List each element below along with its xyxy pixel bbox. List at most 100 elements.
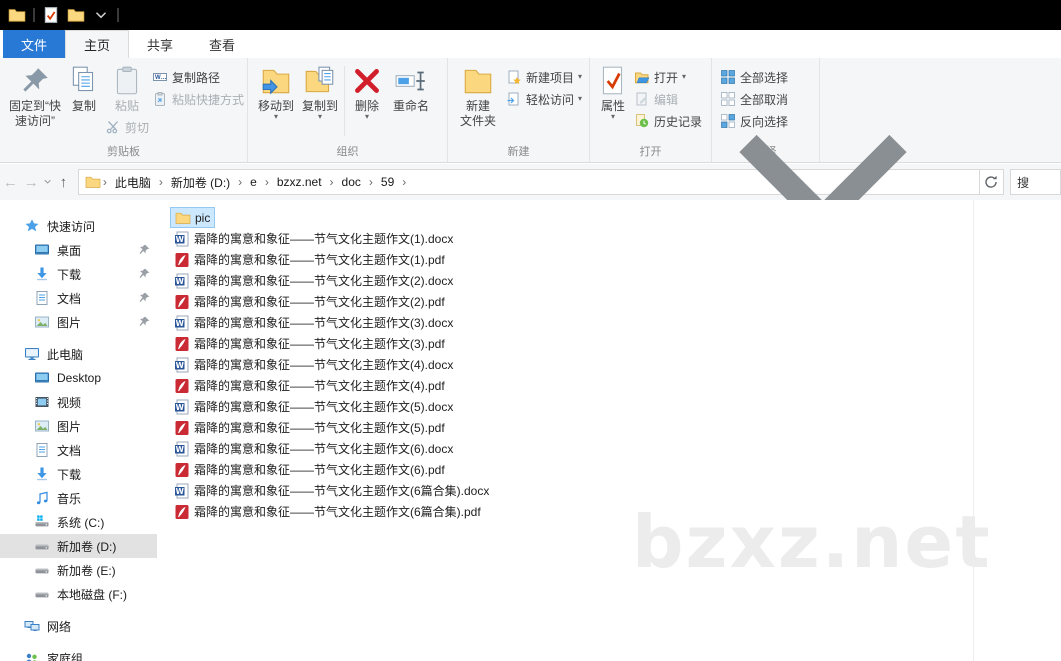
breadcrumb-item[interactable]: 新加卷 (D:): [165, 174, 236, 191]
quick-access-folder-icon[interactable]: [8, 6, 26, 24]
sidebar-item[interactable]: 文档: [0, 438, 157, 462]
file-name: 霜降的寓意和象征——节气文化主题作文(1).docx: [194, 230, 453, 247]
forward-button[interactable]: →: [21, 174, 42, 191]
pin-icon: [18, 64, 52, 98]
paste-label: 粘贴: [115, 99, 139, 114]
sidebar-item-network[interactable]: 网络: [0, 614, 157, 638]
cut-button[interactable]: 剪切: [103, 116, 151, 138]
copy-path-button[interactable]: W… 复制路径: [150, 66, 246, 88]
file-row[interactable]: 霜降的寓意和象征——节气文化主题作文(3).pdf: [170, 333, 449, 354]
pin-to-quick-access-button[interactable]: 固定到“快 速访问”: [6, 62, 64, 131]
sidebar-item[interactable]: 图片: [0, 310, 157, 334]
copy-to-button[interactable]: 复制到 ▾: [298, 62, 342, 122]
sidebar-item[interactable]: 新加卷 (D:): [0, 534, 157, 558]
new-folder-button[interactable]: 新建 文件夹: [456, 62, 500, 131]
refresh-button[interactable]: [980, 169, 1004, 195]
sidebar-item[interactable]: Desktop: [0, 366, 157, 390]
svg-text:W…: W…: [155, 75, 167, 81]
recent-locations-chevron-icon[interactable]: [42, 176, 53, 187]
star-icon: [24, 218, 40, 234]
paste-button[interactable]: 粘贴: [107, 62, 147, 116]
properties-icon[interactable]: [42, 6, 60, 24]
new-folder-icon[interactable]: [67, 6, 85, 24]
chevron-down-icon[interactable]: [92, 6, 110, 24]
clipboard-group: 固定到“快 速访问” 复制 粘贴 剪切: [0, 58, 248, 162]
file-row[interactable]: W霜降的寓意和象征——节气文化主题作文(4).docx: [170, 354, 457, 375]
separator: [117, 8, 119, 22]
delete-button[interactable]: 删除 ▾: [347, 62, 387, 122]
sidebar-item-star[interactable]: 快速访问: [0, 214, 157, 238]
sidebar-item-label: 图片: [57, 418, 157, 435]
breadcrumb-items: ›此电脑›新加卷 (D:)›e›bzxz.net›doc›59›: [101, 174, 408, 191]
file-row[interactable]: 霜降的寓意和象征——节气文化主题作文(2).pdf: [170, 291, 449, 312]
file-row[interactable]: pic: [170, 207, 215, 228]
rename-label: 重命名: [393, 99, 429, 114]
drive-system-icon: [34, 514, 50, 530]
breadcrumb-item[interactable]: doc: [336, 175, 367, 189]
file-row[interactable]: W霜降的寓意和象征——节气文化主题作文(5).docx: [170, 396, 457, 417]
file-row[interactable]: W霜降的寓意和象征——节气文化主题作文(6).docx: [170, 438, 457, 459]
address-bar: ← → ↑ ›此电脑›新加卷 (D:)›e›bzxz.net›doc›59› 搜: [0, 164, 1061, 200]
file-name: 霜降的寓意和象征——节气文化主题作文(5).pdf: [194, 419, 445, 436]
sidebar-item[interactable]: 本地磁盘 (F:): [0, 582, 157, 606]
paste-cut-stack: 粘贴 剪切: [104, 62, 150, 138]
search-input[interactable]: 搜: [1010, 169, 1061, 195]
breadcrumb-chevron-icon: ›: [236, 175, 244, 189]
svg-text:W: W: [176, 444, 185, 453]
file-row[interactable]: W霜降的寓意和象征——节气文化主题作文(1).docx: [170, 228, 457, 249]
paste-shortcut-button[interactable]: 粘贴快捷方式: [150, 88, 246, 110]
file-row[interactable]: 霜降的寓意和象征——节气文化主题作文(1).pdf: [170, 249, 449, 270]
tab-home[interactable]: 主页: [65, 30, 129, 58]
sidebar-item-label: 音乐: [57, 490, 157, 507]
sidebar-item-homegroup[interactable]: 家庭组: [0, 646, 157, 661]
breadcrumb[interactable]: ›此电脑›新加卷 (D:)›e›bzxz.net›doc›59›: [78, 169, 980, 195]
breadcrumb-chevron-icon: ›: [263, 175, 271, 189]
properties-button[interactable]: 属性 ▾: [596, 62, 630, 122]
breadcrumb-item[interactable]: e: [244, 175, 263, 189]
tab-file[interactable]: 文件: [3, 30, 65, 58]
file-row[interactable]: 霜降的寓意和象征——节气文化主题作文(6篇合集).pdf: [170, 501, 485, 522]
file-row[interactable]: W霜降的寓意和象征——节气文化主题作文(6篇合集).docx: [170, 480, 493, 501]
svg-text:W: W: [176, 318, 185, 327]
sidebar-item[interactable]: 桌面: [0, 238, 157, 262]
file-name: 霜降的寓意和象征——节气文化主题作文(4).pdf: [194, 377, 445, 394]
svg-text:W: W: [176, 276, 185, 285]
file-name: 霜降的寓意和象征——节气文化主题作文(3).pdf: [194, 335, 445, 352]
file-row[interactable]: W霜降的寓意和象征——节气文化主题作文(2).docx: [170, 270, 457, 291]
breadcrumb-item[interactable]: 59: [375, 175, 400, 189]
up-button[interactable]: ↑: [53, 174, 74, 191]
copy-button[interactable]: 复制: [64, 62, 104, 116]
sidebar-item[interactable]: 视频: [0, 390, 157, 414]
document-icon: [34, 290, 50, 306]
copy-label: 复制: [72, 99, 96, 114]
sidebar-item[interactable]: 音乐: [0, 486, 157, 510]
organize-group-label: 组织: [248, 144, 447, 162]
file-row[interactable]: 霜降的寓意和象征——节气文化主题作文(6).pdf: [170, 459, 449, 480]
pin-to-quick-access-label: 固定到“快 速访问”: [9, 99, 61, 129]
new-folder-label: 新建 文件夹: [460, 99, 496, 129]
easy-access-button[interactable]: 轻松访问 ▾: [504, 88, 584, 110]
sidebar-item-computer[interactable]: 此电脑: [0, 342, 157, 366]
new-folder-icon: [461, 64, 495, 98]
move-to-button[interactable]: 移动到 ▾: [254, 62, 298, 122]
tab-share[interactable]: 共享: [129, 30, 191, 58]
sidebar-item[interactable]: 文档: [0, 286, 157, 310]
breadcrumb-item[interactable]: bzxz.net: [271, 175, 328, 189]
file-row[interactable]: 霜降的寓意和象征——节气文化主题作文(5).pdf: [170, 417, 449, 438]
new-item-button[interactable]: 新建项目 ▾: [504, 66, 584, 88]
file-row[interactable]: 霜降的寓意和象征——节气文化主题作文(4).pdf: [170, 375, 449, 396]
sidebar-item[interactable]: 下载: [0, 462, 157, 486]
sidebar-item[interactable]: 系统 (C:): [0, 510, 157, 534]
file-row[interactable]: W霜降的寓意和象征——节气文化主题作文(3).docx: [170, 312, 457, 333]
tab-view[interactable]: 查看: [191, 30, 253, 58]
breadcrumb-chevron-icon: ›: [328, 175, 336, 189]
pdf-file-icon: [174, 252, 190, 268]
file-name: 霜降的寓意和象征——节气文化主题作文(6).pdf: [194, 461, 445, 478]
sidebar-item[interactable]: 下载: [0, 262, 157, 286]
breadcrumb-item[interactable]: 此电脑: [109, 174, 157, 191]
rename-button[interactable]: 重命名: [387, 62, 435, 116]
back-button[interactable]: ←: [0, 174, 21, 191]
sidebar-item[interactable]: 新加卷 (E:): [0, 558, 157, 582]
sidebar-item[interactable]: 图片: [0, 414, 157, 438]
paste-icon: [110, 64, 144, 98]
